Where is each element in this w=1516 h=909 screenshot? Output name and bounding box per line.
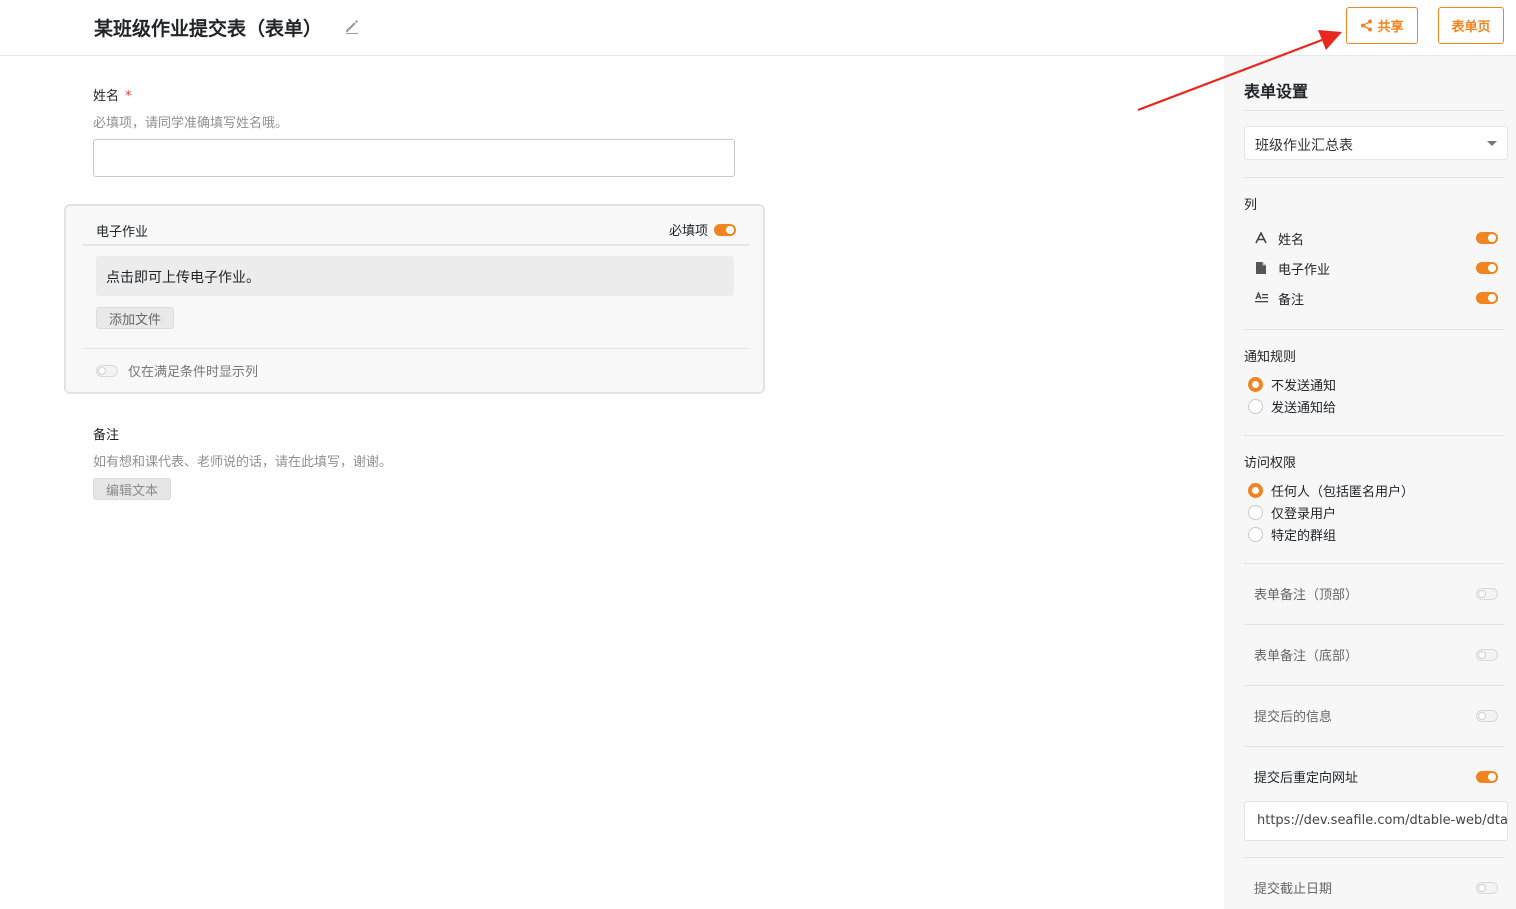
notify-section-title: 通知规则 xyxy=(1244,350,1297,365)
option-after-submit: 提交后的信息 xyxy=(1254,706,1498,725)
condition-toggle-label: 仅在满足条件时显示列 xyxy=(128,365,259,380)
option-toggle[interactable] xyxy=(1476,709,1498,722)
file-icon xyxy=(1254,261,1268,275)
radio-label: 仅登录用户 xyxy=(1271,507,1337,522)
option-deadline: 提交截止日期 xyxy=(1254,878,1498,897)
required-toggle-label: 必填项 xyxy=(668,224,708,239)
column-row-note: 备注 xyxy=(1254,288,1498,308)
edit-text-button[interactable]: 编辑文本 xyxy=(93,478,172,500)
note-field-description: 如有想和课代表、老师说的话，请在此填写，谢谢。 xyxy=(93,455,393,470)
column-label: 备注 xyxy=(1278,292,1305,308)
access-option-anyone[interactable]: 任何人（包括匿名用户） xyxy=(1248,481,1414,500)
note-field-label: 备注 xyxy=(93,428,120,443)
option-label: 表单备注（底部） xyxy=(1254,649,1359,664)
share-button-label: 共享 xyxy=(1377,20,1404,35)
divider xyxy=(1244,624,1504,625)
radio-label: 发送通知给 xyxy=(1271,401,1337,416)
required-toggle-group: 必填项 xyxy=(669,220,736,239)
text-icon xyxy=(1254,231,1268,245)
caret-down-icon xyxy=(1487,141,1497,146)
file-field-card[interactable]: 电子作业 必填项 点击即可上传电子作业。 添加文件 仅在满足条件时显示列 xyxy=(64,204,765,394)
form-settings-sidebar: 表单设置 班级作业汇总表 列 姓名 电子作业 备注 通知规则 不发送通知 发送通… xyxy=(1224,56,1516,909)
option-label: 提交后的信息 xyxy=(1254,710,1333,725)
option-toggle[interactable] xyxy=(1476,881,1498,894)
add-file-button[interactable]: 添加文件 xyxy=(96,307,175,329)
divider xyxy=(1244,435,1504,436)
name-field: 姓名 * 必填项，请同学准确填写姓名哦。 xyxy=(93,85,288,131)
radio-unchecked[interactable] xyxy=(1248,527,1263,542)
share-button[interactable]: 共享 xyxy=(1346,7,1418,44)
option-toggle[interactable] xyxy=(1476,648,1498,661)
column-label: 电子作业 xyxy=(1278,262,1331,278)
radio-label: 特定的群组 xyxy=(1271,529,1337,544)
form-header: 某班级作业提交表（表单） 共享 表单页 xyxy=(0,0,1516,56)
option-label: 表单备注（顶部） xyxy=(1254,588,1359,603)
form-title: 某班级作业提交表（表单） xyxy=(94,18,323,40)
file-field-description[interactable]: 点击即可上传电子作业。 xyxy=(96,256,734,296)
column-label: 姓名 xyxy=(1278,232,1305,248)
sidebar-title: 表单设置 xyxy=(1244,82,1309,101)
option-toggle[interactable] xyxy=(1476,587,1498,600)
access-option-group[interactable]: 特定的群组 xyxy=(1248,525,1336,544)
divider xyxy=(1244,110,1504,111)
radio-label: 不发送通知 xyxy=(1271,379,1337,394)
name-field-label: 姓名 xyxy=(93,89,120,104)
condition-toggle-group: 仅在满足条件时显示列 xyxy=(96,361,258,380)
name-field-description: 必填项，请同学准确填写姓名哦。 xyxy=(93,116,289,131)
radio-checked[interactable] xyxy=(1248,483,1263,498)
redirect-url-input[interactable]: https://dev.seafile.com/dtable-web/dtabl… xyxy=(1244,801,1508,841)
required-star: * xyxy=(125,89,132,104)
table-select-value: 班级作业汇总表 xyxy=(1255,138,1353,154)
divider xyxy=(1244,177,1504,178)
access-option-logged-in[interactable]: 仅登录用户 xyxy=(1248,503,1336,522)
form-page-button-label: 表单页 xyxy=(1451,20,1491,35)
option-redirect: 提交后重定向网址 xyxy=(1254,767,1498,786)
column-toggle[interactable] xyxy=(1476,262,1498,274)
file-field-footer: 仅在满足条件时显示列 xyxy=(82,348,750,392)
option-bottom-note: 表单备注（底部） xyxy=(1254,645,1498,664)
form-page-button[interactable]: 表单页 xyxy=(1438,7,1504,44)
option-toggle[interactable] xyxy=(1476,770,1498,783)
radio-label: 任何人（包括匿名用户） xyxy=(1271,485,1415,500)
note-field: 备注 如有想和课代表、老师说的话，请在此填写，谢谢。 xyxy=(93,424,392,470)
column-toggle[interactable] xyxy=(1476,292,1498,304)
divider xyxy=(1244,563,1504,564)
divider xyxy=(1244,329,1504,330)
divider xyxy=(1244,746,1504,747)
share-icon xyxy=(1361,19,1373,32)
radio-checked[interactable] xyxy=(1248,377,1263,392)
notify-option-send[interactable]: 发送通知给 xyxy=(1248,397,1336,416)
option-label: 提交截止日期 xyxy=(1254,882,1333,897)
notify-option-none[interactable]: 不发送通知 xyxy=(1248,375,1336,394)
file-field-label: 电子作业 xyxy=(96,225,149,240)
pencil-icon[interactable] xyxy=(343,17,361,35)
divider xyxy=(1244,857,1504,858)
column-row-name: 姓名 xyxy=(1254,228,1498,248)
condition-toggle[interactable] xyxy=(96,364,118,377)
access-section-title: 访问权限 xyxy=(1244,456,1297,471)
radio-unchecked[interactable] xyxy=(1248,399,1263,414)
file-field-header: 电子作业 必填项 xyxy=(82,206,750,246)
required-toggle[interactable] xyxy=(714,223,736,236)
option-label: 提交后重定向网址 xyxy=(1254,771,1359,786)
column-toggle[interactable] xyxy=(1476,232,1498,244)
divider xyxy=(1244,685,1504,686)
long-text-icon xyxy=(1254,291,1268,305)
radio-unchecked[interactable] xyxy=(1248,505,1263,520)
table-select[interactable]: 班级作业汇总表 xyxy=(1244,126,1508,160)
option-top-note: 表单备注（顶部） xyxy=(1254,584,1498,603)
columns-section-title: 列 xyxy=(1244,198,1258,213)
name-input[interactable] xyxy=(93,139,735,177)
column-row-file: 电子作业 xyxy=(1254,258,1498,278)
